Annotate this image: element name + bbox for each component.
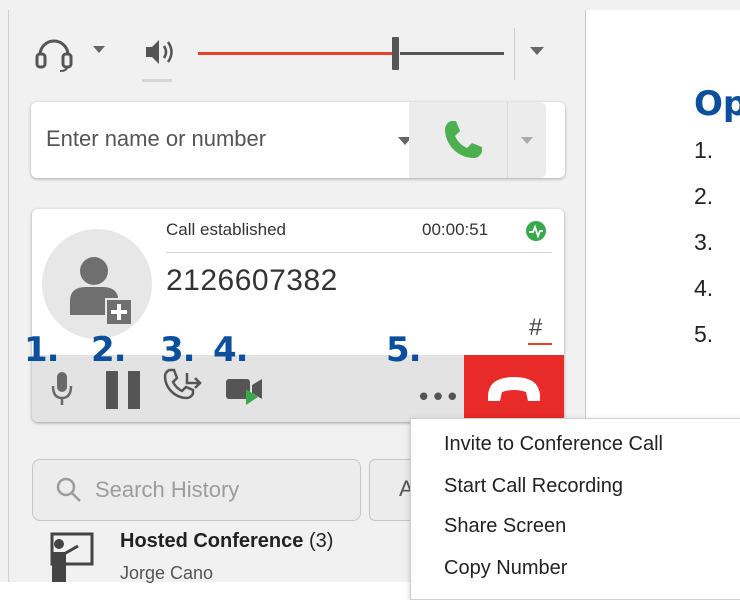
call-options-caret[interactable]: [521, 137, 533, 144]
call-number: 2126607382: [166, 264, 338, 297]
annotation-label-2: 2.: [91, 330, 127, 370]
conference-presentation-icon: [44, 530, 100, 586]
keypad-button[interactable]: #: [529, 314, 542, 342]
doc-list-number-2: 2.: [694, 183, 714, 209]
call-timer: 00:00:51: [422, 220, 489, 239]
hangup-icon: [488, 377, 540, 401]
microphone-icon[interactable]: [50, 369, 74, 413]
annotation-label-5: 5.: [386, 330, 422, 370]
dial-input[interactable]: [46, 124, 386, 154]
annotation-label-1: 1.: [24, 330, 60, 370]
hangup-button[interactable]: [464, 355, 564, 422]
add-contact-avatar[interactable]: [42, 229, 152, 339]
more-options-button[interactable]: •••: [416, 385, 460, 411]
headset-icon[interactable]: [34, 33, 74, 77]
history-item-name: Hosted Conference: [120, 530, 304, 552]
audio-options-caret[interactable]: [530, 47, 544, 55]
doc-heading: Op: [694, 84, 740, 124]
keypad-underline: [528, 343, 552, 345]
menu-item-share-screen[interactable]: Share Screen: [444, 515, 566, 538]
speaker-underline: [142, 79, 172, 82]
video-icon[interactable]: [224, 371, 270, 413]
call-options-menu: Invite to Conference Call Start Call Rec…: [410, 418, 740, 600]
doc-list-number-3: 3.: [694, 229, 714, 255]
pause-icon[interactable]: [104, 371, 144, 413]
call-button[interactable]: [409, 102, 546, 178]
menu-item-start-recording[interactable]: Start Call Recording: [444, 475, 623, 498]
history-item-subtitle: Jorge Cano: [120, 563, 214, 583]
volume-slider-fill[interactable]: [198, 52, 395, 55]
menu-item-copy-number[interactable]: Copy Number: [444, 557, 567, 580]
call-button-divider: [507, 102, 508, 178]
transfer-icon[interactable]: [162, 367, 204, 413]
volume-slider-thumb[interactable]: [392, 37, 399, 70]
active-call-card: Call established 00:00:51 2126607382 # •…: [32, 209, 564, 422]
annotation-label-3: 3.: [160, 330, 196, 370]
history-item-title[interactable]: Hosted Conference (3): [120, 530, 333, 553]
doc-list-number-4: 4.: [694, 275, 714, 301]
add-contact-icon: [70, 257, 133, 326]
volume-slider-track[interactable]: [400, 52, 504, 55]
annotation-label-4: 4.: [213, 330, 249, 370]
menu-item-invite-conference[interactable]: Invite to Conference Call: [444, 433, 663, 456]
search-icon: [55, 476, 83, 508]
speaker-icon[interactable]: [142, 34, 178, 74]
headset-dropdown-caret[interactable]: [93, 46, 105, 53]
search-history-box: [32, 459, 361, 521]
call-status: Call established: [166, 220, 287, 239]
dial-box: [31, 102, 565, 178]
search-history-input[interactable]: [95, 476, 345, 504]
call-quality-icon: [526, 221, 546, 241]
doc-list-number-1: 1.: [694, 137, 714, 163]
history-item-count: (3): [308, 530, 334, 552]
top-strip: [0, 0, 740, 10]
phone-icon: [439, 116, 487, 168]
audio-separator: [514, 28, 515, 80]
doc-list-number-5: 5.: [694, 321, 714, 347]
panel-left-border: [8, 10, 9, 582]
call-card-divider: [166, 252, 552, 253]
